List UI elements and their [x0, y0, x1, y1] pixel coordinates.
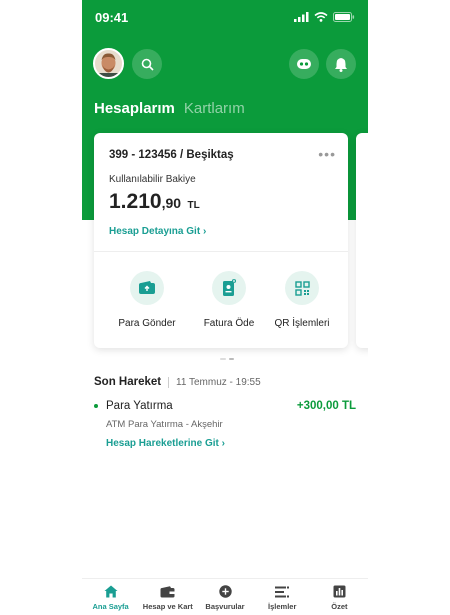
home-icon	[82, 585, 139, 598]
transaction-name: Para Yatırma	[106, 400, 173, 412]
signal-icon	[294, 12, 309, 22]
avatar[interactable]	[93, 48, 124, 79]
search-icon	[141, 58, 154, 71]
pager-dot	[220, 358, 226, 360]
bar-chart-icon	[311, 585, 368, 598]
pay-bill-label: Fatura Öde	[203, 318, 255, 329]
transactions-link[interactable]: Hesap Hareketlerine Git ›	[106, 438, 225, 449]
divider	[168, 377, 169, 388]
chatbot-button[interactable]	[289, 49, 319, 79]
notifications-button[interactable]	[326, 49, 356, 79]
card-pager	[220, 358, 234, 360]
nav-home[interactable]: Ana Sayfa	[82, 579, 139, 615]
bell-icon	[335, 57, 347, 72]
chevron-right-icon: ›	[202, 226, 207, 237]
nav-summary[interactable]: Özet	[311, 579, 368, 615]
wallet-icon	[139, 585, 196, 598]
recent-date: 11 Temmuz - 19:55	[176, 377, 261, 388]
nav-transactions-label: İşlemler	[268, 602, 297, 611]
nav-account-and-card-label: Hesap ve Kart	[142, 602, 193, 611]
more-options-button[interactable]: •••	[318, 146, 336, 162]
account-detail-link[interactable]: Hesap Detayına Git ›	[109, 226, 206, 237]
pager-dot-active	[229, 358, 234, 360]
nav-account-and-card[interactable]: Hesap ve Kart	[139, 579, 196, 615]
transaction-amount: +300,00 TL	[296, 400, 356, 412]
next-card-peek[interactable]	[356, 133, 368, 348]
send-money-button[interactable]: Para Gönder	[107, 271, 187, 329]
nav-home-label: Ana Sayfa	[92, 602, 129, 611]
balance-label: Kullanılabilir Bakiye	[109, 174, 196, 185]
invoice-icon	[212, 271, 246, 305]
battery-icon	[333, 12, 355, 22]
qr-code-icon	[285, 271, 319, 305]
account-card: 399 - 123456 / Beşiktaş ••• Kullanılabil…	[94, 133, 348, 348]
divider	[94, 251, 348, 252]
nav-summary-label: Özet	[331, 602, 348, 611]
profile-photo-icon	[95, 50, 122, 77]
plus-circle-icon	[196, 585, 253, 598]
tab-accounts[interactable]: Hesaplarım	[94, 100, 175, 117]
nav-applications[interactable]: Başvurular	[196, 579, 253, 615]
wallet-send-icon	[130, 271, 164, 305]
account-number: 399 - 123456 / Beşiktaş	[109, 149, 234, 161]
chevron-right-icon: ›	[221, 438, 225, 449]
send-money-label: Para Gönder	[118, 318, 176, 329]
system-icons	[294, 12, 355, 22]
bottom-nav: Ana Sayfa Hesap ve Kart Başvurular İşlem…	[82, 578, 368, 615]
transaction-bullet	[94, 404, 98, 408]
status-bar: 09:41	[82, 0, 368, 36]
robot-icon	[297, 59, 311, 69]
balance-amount: 1.210,90 TL	[109, 190, 200, 214]
recent-title: Son Hareket	[94, 376, 162, 388]
nav-transactions[interactable]: İşlemler	[254, 579, 311, 615]
qr-operations-label: QR İşlemleri	[274, 318, 330, 329]
list-icon	[254, 585, 311, 598]
status-time: 09:41	[95, 10, 129, 25]
nav-applications-label: Başvurular	[205, 602, 245, 611]
balance-cents: ,90	[161, 195, 182, 211]
account-detail-link-label: Hesap Detayına Git	[109, 226, 201, 237]
pay-bill-button[interactable]: Fatura Öde	[189, 271, 269, 329]
search-button[interactable]	[132, 49, 162, 79]
balance-main: 1.210	[109, 190, 162, 213]
transaction-description: ATM Para Yatırma - Akşehir	[106, 419, 223, 430]
top-bar	[82, 48, 368, 82]
wifi-icon	[314, 12, 328, 22]
balance-currency: TL	[187, 200, 200, 211]
account-tabs: Hesaplarım Kartlarım	[94, 100, 245, 117]
phone-screen: 09:41 Hesaplarım Kartlarım 399 - 123456 …	[82, 0, 368, 615]
transactions-link-label: Hesap Hareketlerine Git	[106, 438, 219, 449]
qr-operations-button[interactable]: QR İşlemleri	[262, 271, 342, 329]
tab-cards[interactable]: Kartlarım	[184, 100, 245, 117]
